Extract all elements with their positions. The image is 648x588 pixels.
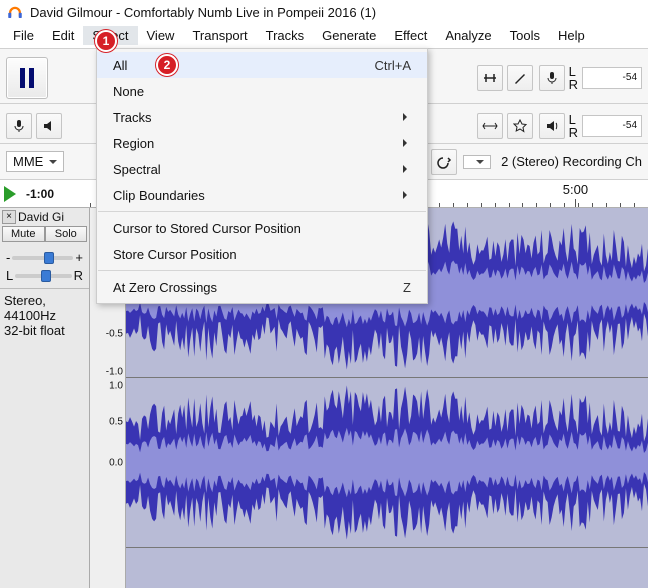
menu-item-spectral[interactable]: Spectral bbox=[97, 156, 427, 182]
menu-tools[interactable]: Tools bbox=[501, 26, 549, 45]
menu-item-store-cursor-position[interactable]: Store Cursor Position bbox=[97, 241, 427, 267]
input-channels-label: 2 (Stereo) Recording Ch bbox=[497, 154, 642, 169]
menu-item-at-zero-crossings[interactable]: At Zero CrossingsZ bbox=[97, 274, 427, 300]
gain-slider[interactable] bbox=[12, 256, 73, 260]
record-meter-cluster: LR -54 bbox=[539, 65, 642, 91]
menu-item-clip-boundaries[interactable]: Clip Boundaries bbox=[97, 182, 427, 208]
menu-transport[interactable]: Transport bbox=[183, 26, 256, 45]
record-meter[interactable]: -54 bbox=[582, 67, 642, 89]
track-format: Stereo, 44100Hz 32-bit float bbox=[0, 289, 89, 342]
app-icon bbox=[6, 3, 24, 21]
select-menu-dropdown: AllCtrl+ANoneTracksRegionSpectralClip Bo… bbox=[96, 48, 428, 304]
track-control-panel: × David Gi Mute Solo -+ LR Stereo, 44100… bbox=[0, 208, 90, 588]
track-name[interactable]: David Gi bbox=[18, 210, 64, 224]
menu-item-tracks[interactable]: Tracks bbox=[97, 104, 427, 130]
fit-width-icon[interactable] bbox=[477, 113, 503, 139]
tools-cluster bbox=[477, 65, 533, 91]
menu-view[interactable]: View bbox=[138, 26, 184, 45]
menu-item-all[interactable]: AllCtrl+A bbox=[97, 52, 427, 78]
snap-icon[interactable] bbox=[507, 113, 533, 139]
timeline-head: -1:00 bbox=[0, 180, 90, 207]
redo-icon[interactable] bbox=[431, 149, 457, 175]
menu-item-region[interactable]: Region bbox=[97, 130, 427, 156]
menu-edit[interactable]: Edit bbox=[43, 26, 83, 45]
title-bar: David Gilmour - Comfortably Numb Live in… bbox=[0, 0, 648, 24]
callout-2: 2 bbox=[156, 54, 178, 76]
pause-icon bbox=[20, 68, 34, 88]
mic-icon[interactable] bbox=[539, 65, 565, 91]
playhead-icon bbox=[4, 186, 24, 202]
mic-device-icon[interactable] bbox=[6, 113, 32, 139]
mute-button[interactable]: Mute bbox=[2, 226, 45, 242]
menu-file[interactable]: File bbox=[4, 26, 43, 45]
menu-generate[interactable]: Generate bbox=[313, 26, 385, 45]
menu-separator bbox=[98, 211, 426, 212]
menu-help[interactable]: Help bbox=[549, 26, 594, 45]
input-device-dropdown[interactable] bbox=[463, 155, 491, 169]
speaker-icon[interactable] bbox=[539, 113, 565, 139]
menu-analyze[interactable]: Analyze bbox=[436, 26, 500, 45]
window-title: David Gilmour - Comfortably Numb Live in… bbox=[30, 5, 376, 20]
pause-button[interactable] bbox=[6, 57, 48, 99]
speaker-device-icon[interactable] bbox=[36, 113, 62, 139]
menu-effect[interactable]: Effect bbox=[385, 26, 436, 45]
menu-item-none[interactable]: None bbox=[97, 78, 427, 104]
callout-1: 1 bbox=[95, 30, 117, 52]
menu-item-cursor-to-stored-cursor-position[interactable]: Cursor to Stored Cursor Position bbox=[97, 215, 427, 241]
close-track-button[interactable]: × bbox=[2, 210, 16, 224]
playback-meter[interactable]: -54 bbox=[582, 115, 642, 137]
solo-button[interactable]: Solo bbox=[45, 226, 88, 242]
menu-separator bbox=[98, 270, 426, 271]
pan-slider[interactable] bbox=[15, 274, 71, 278]
trim-tool-icon[interactable] bbox=[477, 65, 503, 91]
draw-tool-icon[interactable] bbox=[507, 65, 533, 91]
menu-tracks[interactable]: Tracks bbox=[257, 26, 314, 45]
audio-host-dropdown[interactable]: MME bbox=[6, 151, 64, 172]
